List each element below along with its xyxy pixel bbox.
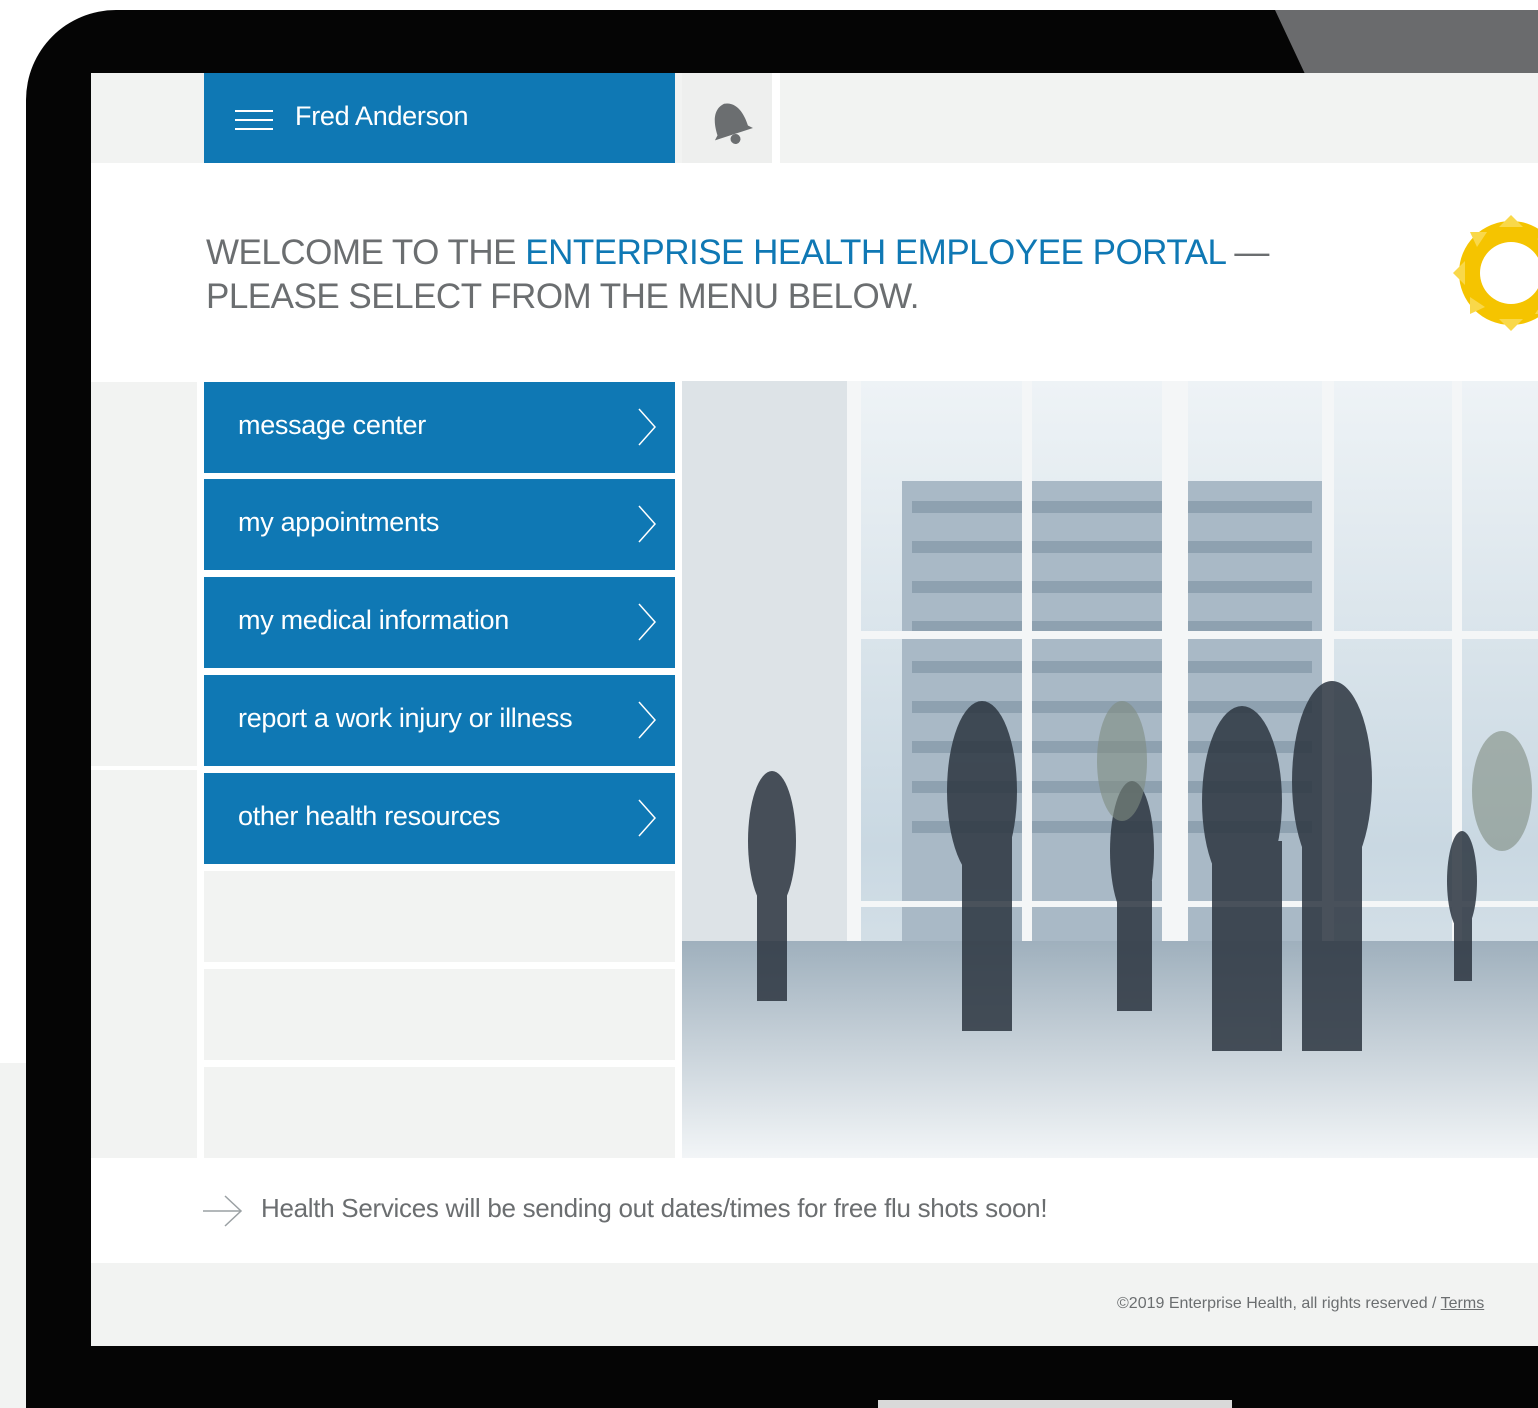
copyright-text: ©2019 Enterprise Health, all rights rese…	[1117, 1295, 1428, 1312]
chevron-right-icon	[638, 701, 657, 739]
menu-item-other-health-resources[interactable]: other health resources	[204, 773, 675, 864]
menu-item-label: other health resources	[238, 801, 501, 831]
welcome-heading: WELCOME TO THE ENTERPRISE HEALTH EMPLOYE…	[206, 231, 1306, 319]
hamburger-icon[interactable]	[235, 110, 273, 130]
chevron-right-icon	[638, 799, 657, 837]
sun-logo-icon	[1453, 215, 1538, 331]
chevron-right-icon	[638, 603, 657, 641]
menu-item-label: my appointments	[238, 507, 440, 537]
welcome-instruction: PLEASE SELECT FROM THE MENU BELOW.	[206, 277, 920, 316]
menu-item-label: my medical information	[238, 605, 509, 635]
menu-item-message-center[interactable]: message center	[204, 382, 675, 473]
welcome-portal-name: ENTERPRISE HEALTH EMPLOYEE PORTAL	[525, 233, 1226, 272]
footer-separator: /	[1427, 1295, 1441, 1312]
header-divider	[772, 73, 780, 163]
menu-empty-slot	[204, 1067, 675, 1158]
menu-side-panel-lower	[91, 770, 197, 1158]
laptop-base	[878, 1400, 1232, 1408]
welcome-prefix: WELCOME TO THE	[206, 233, 526, 272]
arrow-right-icon	[203, 1195, 243, 1227]
hero-photo	[682, 381, 1538, 1158]
menu-item-report-work-injury[interactable]: report a work injury or illness	[204, 675, 675, 766]
header-right-panel	[780, 73, 1538, 163]
welcome-dash: —	[1225, 233, 1269, 272]
menu-item-label: message center	[238, 410, 426, 440]
user-name: Fred Anderson	[295, 101, 469, 131]
menu-item-label: report a work injury or illness	[238, 703, 573, 733]
bezel-highlight	[1275, 10, 1538, 74]
bell-icon	[714, 103, 753, 144]
menu-side-panel	[91, 382, 197, 766]
notifications-button[interactable]	[682, 73, 772, 163]
portal-screen: Fred Anderson WELCOME TO THE ENTERPRISE …	[91, 73, 1538, 1346]
office-lobby-image	[682, 381, 1538, 1158]
menu-empty-slot	[204, 969, 675, 1060]
terms-link[interactable]: Terms	[1441, 1295, 1485, 1312]
chevron-right-icon	[638, 408, 657, 446]
copyright: ©2019 Enterprise Health, all rights rese…	[1117, 1295, 1484, 1313]
menu-item-my-appointments[interactable]: my appointments	[204, 479, 675, 570]
chevron-right-icon	[638, 505, 657, 543]
announcement-text: Health Services will be sending out date…	[261, 1193, 1048, 1223]
user-menu-button[interactable]: Fred Anderson	[204, 73, 675, 163]
menu-item-my-medical-information[interactable]: my medical information	[204, 577, 675, 668]
menu-empty-slot	[204, 871, 675, 962]
